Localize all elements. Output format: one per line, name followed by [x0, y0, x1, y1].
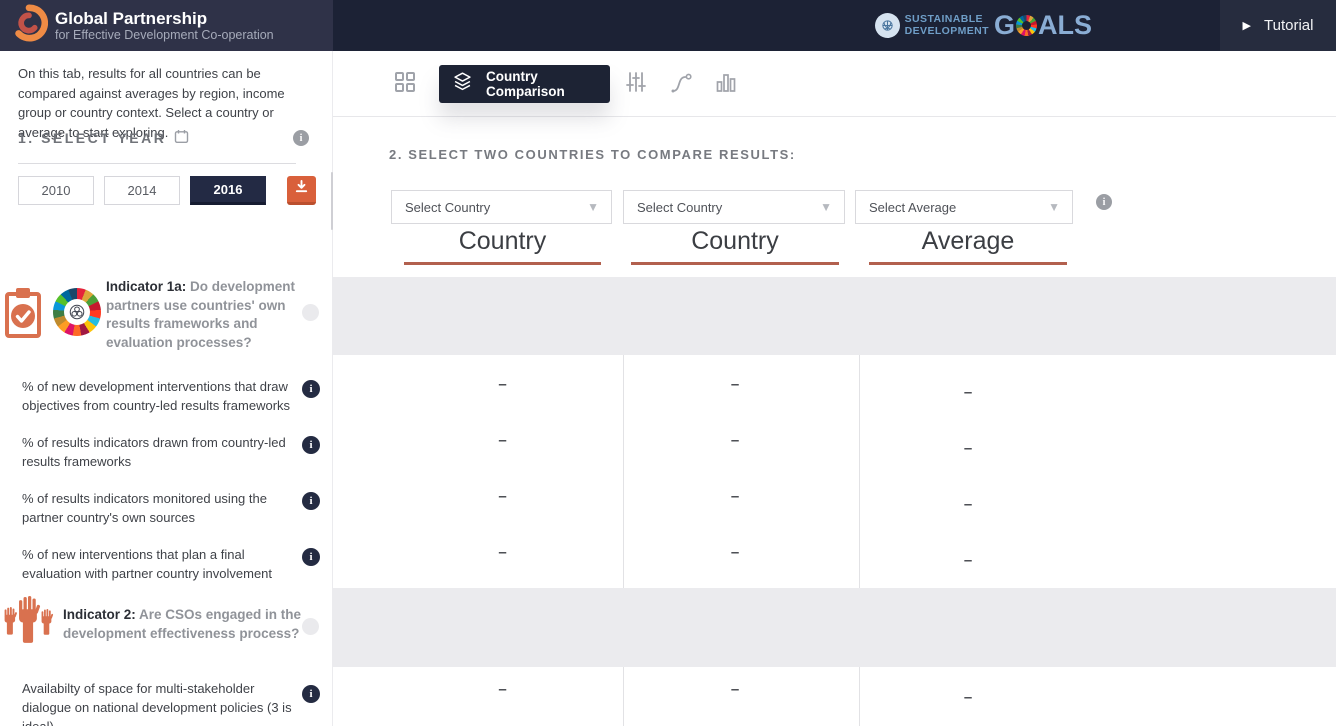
clipboard-check-icon — [4, 287, 42, 344]
sdg-line2: DEVELOPMENT — [905, 26, 989, 37]
sdg-wheel-center — [64, 299, 90, 325]
value-cell-r1c2: – — [631, 377, 839, 393]
column-separator — [623, 355, 624, 588]
sdg-goals-rest: ALS — [1038, 10, 1092, 41]
step2-title: 2. SELECT TWO COUNTRIES TO COMPARE RESUL… — [389, 147, 796, 162]
column-header-country-2: Country — [631, 227, 839, 260]
tab-country-comparison-label: Country Comparison — [486, 69, 610, 99]
select-year-label: 1. SELECT YEAR — [18, 129, 189, 147]
year-button-2014[interactable]: 2014 — [104, 176, 180, 205]
metric-1a-1-info-icon[interactable]: i — [302, 380, 320, 398]
value-cell-r3c2: – — [631, 489, 839, 505]
value-cell-r3c3: – — [869, 497, 1067, 513]
tab-bar-chart-icon[interactable] — [715, 71, 738, 98]
value-cell-r3c1: – — [404, 489, 601, 505]
app-root: SUSTAINABLE DEVELOPMENT G ALS Global Par… — [0, 0, 1336, 726]
column-header-average: Average — [869, 227, 1067, 260]
brand-subtitle: for Effective Development Co-operation — [55, 28, 274, 42]
play-icon: ▶ — [1243, 19, 1251, 32]
download-icon — [294, 179, 309, 199]
column-separator — [623, 667, 624, 726]
indicator-1a-label: Indicator 1a: — [106, 279, 186, 294]
indicator-1a-question: Indicator 1a: Do development partners us… — [106, 278, 318, 353]
value-cell-r2c1: – — [404, 433, 601, 449]
indicator-2-band — [333, 588, 1336, 667]
tutorial-button[interactable]: ▶ Tutorial — [1220, 0, 1336, 51]
calendar-icon — [174, 129, 189, 147]
value-cell-r4c2: – — [631, 545, 839, 561]
metric-1a-3-info-icon[interactable]: i — [302, 492, 320, 510]
value-cell-r4c3: – — [869, 553, 1067, 569]
value-cell-r2c2: – — [631, 433, 839, 449]
tutorial-label: Tutorial — [1264, 17, 1313, 34]
indicator-1a-toggle[interactable] — [302, 304, 319, 321]
brand: Global Partnership for Effective Develop… — [0, 0, 333, 51]
select-average-dropdown[interactable]: Select Average ▼ — [855, 190, 1073, 224]
metric-2-1-info-icon[interactable]: i — [302, 685, 320, 703]
value-cell-r4c1: – — [404, 545, 601, 561]
sdg-goals-g: G — [994, 10, 1015, 41]
tab-country-comparison-selected[interactable]: Country Comparison — [439, 65, 610, 103]
select-country-dropdown-2[interactable]: Select Country ▼ — [623, 190, 845, 224]
select-country-dropdown-2-value: Select Country — [637, 200, 722, 215]
year-button-2016-selected[interactable]: 2016 — [190, 176, 266, 205]
year-button-2010[interactable]: 2010 — [18, 176, 94, 205]
value-cell-r2c3: – — [869, 441, 1067, 457]
metric-2-1: Availabilty of space for multi-stakehold… — [22, 679, 300, 726]
indicator-2-question: Indicator 2: Are CSOs engaged in the dev… — [63, 606, 308, 643]
column-underline — [631, 262, 839, 265]
tab-filters-sliders-icon[interactable] — [625, 71, 647, 98]
value-cell-r5c2: – — [631, 682, 839, 698]
chevron-down-icon: ▼ — [1048, 200, 1060, 214]
brand-title: Global Partnership — [55, 9, 274, 29]
select-year-label-text: 1. SELECT YEAR — [18, 130, 166, 146]
raised-hands-icon — [4, 596, 56, 651]
indicator-2-label: Indicator 2: — [63, 607, 136, 622]
sidebar-scrollbar[interactable] — [331, 172, 333, 230]
sdg-wheel-icon — [1016, 15, 1037, 36]
gpedc-logo-icon — [10, 4, 48, 47]
chevron-down-icon: ▼ — [820, 200, 832, 214]
sdg-logo: SUSTAINABLE DEVELOPMENT G ALS — [875, 0, 1092, 51]
header-middle: SUSTAINABLE DEVELOPMENT G ALS — [333, 0, 1220, 51]
metric-1a-2: % of results indicators drawn from count… — [22, 433, 300, 471]
un-emblem-icon — [875, 13, 900, 38]
value-cell-r5c3: – — [869, 690, 1067, 706]
column-underline — [404, 262, 601, 265]
sidebar: On this tab, results for all countries c… — [0, 51, 333, 726]
metric-1a-1: % of new development interventions that … — [22, 377, 300, 415]
metric-1a-3: % of results indicators monitored using … — [22, 489, 300, 527]
compare-info-icon[interactable]: i — [1096, 194, 1112, 210]
divider — [18, 163, 296, 164]
select-average-dropdown-value: Select Average — [869, 200, 956, 215]
value-cell-r1c1: – — [404, 377, 601, 393]
download-button[interactable] — [287, 176, 316, 205]
column-separator — [859, 355, 860, 588]
value-cell-r5c1: – — [404, 682, 601, 698]
tab-overview-grid-icon[interactable] — [394, 71, 416, 98]
indicator-2-toggle[interactable] — [302, 618, 319, 635]
indicator-1a-band — [333, 277, 1336, 355]
sdg-goals-wordmark: G ALS — [994, 10, 1092, 41]
column-header-country-1: Country — [404, 227, 601, 260]
brand-text: Global Partnership for Effective Develop… — [55, 9, 274, 43]
select-country-dropdown-1[interactable]: Select Country ▼ — [391, 190, 612, 224]
sdg-wheel-17-icon — [53, 288, 101, 336]
top-header: SUSTAINABLE DEVELOPMENT G ALS Global Par… — [0, 0, 1336, 51]
metric-1a-2-info-icon[interactable]: i — [302, 436, 320, 454]
metric-1a-4-info-icon[interactable]: i — [302, 548, 320, 566]
column-underline — [869, 262, 1067, 265]
tab-trend-curve-icon[interactable] — [670, 72, 693, 99]
layers-icon — [452, 71, 473, 97]
select-country-dropdown-1-value: Select Country — [405, 200, 490, 215]
value-cell-r1c3: – — [869, 385, 1067, 401]
sdg-wordmark: SUSTAINABLE DEVELOPMENT — [905, 14, 989, 36]
sdg-line1: SUSTAINABLE — [905, 14, 989, 25]
chevron-down-icon: ▼ — [587, 200, 599, 214]
select-year-info-icon[interactable]: i — [293, 130, 309, 146]
column-separator — [859, 667, 860, 726]
metric-1a-4: % of new interventions that plan a final… — [22, 545, 300, 583]
